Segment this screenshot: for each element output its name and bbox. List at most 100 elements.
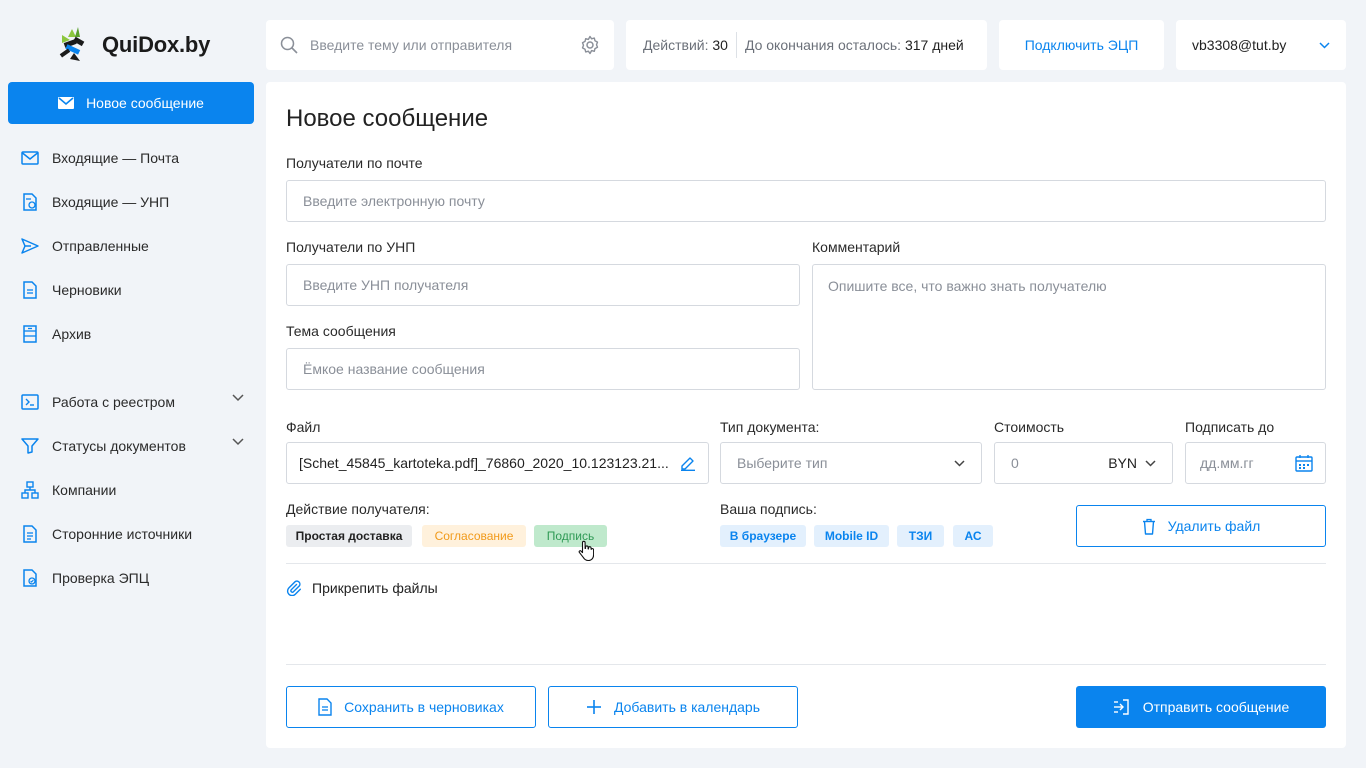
search-input[interactable] bbox=[310, 37, 580, 53]
delete-file-button[interactable]: Удалить файл bbox=[1076, 505, 1326, 547]
comment-label: Комментарий bbox=[812, 239, 901, 255]
unp-recipients-label: Получатели по УНП bbox=[286, 239, 416, 255]
email-recipients-field bbox=[286, 180, 1326, 222]
action-tag-signature[interactable]: Подпись bbox=[534, 525, 607, 547]
stats-divider bbox=[735, 32, 737, 58]
subject-field bbox=[286, 348, 800, 390]
new-message-button[interactable]: Новое сообщение bbox=[8, 82, 254, 124]
sidebar-item-drafts[interactable]: Черновики bbox=[0, 268, 262, 312]
organization-icon bbox=[20, 480, 40, 500]
signature-tag-as[interactable]: АС bbox=[953, 525, 993, 547]
sidebar-item-label: Проверка ЭПЦ bbox=[52, 570, 150, 586]
mail-icon bbox=[20, 148, 40, 168]
sidebar-item-external-sources[interactable]: Сторонние источники bbox=[0, 512, 262, 556]
document-shield-icon bbox=[20, 568, 40, 588]
signature-tag-mobile-id[interactable]: Mobile ID bbox=[814, 525, 889, 547]
send-exit-icon bbox=[1113, 699, 1129, 715]
sign-by-label: Подписать до bbox=[1185, 419, 1275, 435]
signature-tag-browser[interactable]: В браузере bbox=[720, 525, 806, 547]
search-icon bbox=[280, 36, 298, 54]
plus-icon bbox=[586, 700, 601, 714]
sidebar-item-label: Черновики bbox=[52, 282, 122, 298]
calendar-icon[interactable] bbox=[1295, 454, 1313, 472]
send-message-button[interactable]: Отправить сообщение bbox=[1076, 686, 1326, 728]
divider bbox=[286, 664, 1326, 665]
cost-input[interactable]: 0 bbox=[1011, 455, 1019, 471]
sidebar-item-label: Входящие — Почта bbox=[52, 150, 180, 166]
chevron-down-icon bbox=[232, 394, 244, 402]
sidebar-item-label: Отправленные bbox=[52, 238, 149, 254]
sidebar-item-archive[interactable]: Архив bbox=[0, 312, 262, 356]
terminal-icon bbox=[20, 392, 40, 412]
attach-files-link[interactable]: Прикрепить файлы bbox=[286, 580, 438, 596]
chevron-down-icon bbox=[954, 459, 965, 467]
paperclip-icon bbox=[286, 580, 301, 596]
file-name: [Schet_45845_kartoteka.pdf]_76860_2020_1… bbox=[299, 455, 669, 471]
sidebar-item-label: Работа с реестром bbox=[52, 394, 175, 410]
document-type-value: Выберите тип bbox=[737, 455, 828, 471]
document-type-label: Тип документа: bbox=[720, 419, 820, 435]
subject-label: Тема сообщения bbox=[286, 323, 396, 339]
sidebar-item-registry[interactable]: Работа с реестром bbox=[0, 380, 262, 424]
your-signature-label: Ваша подпись: bbox=[720, 501, 817, 517]
send-message-label: Отправить сообщение bbox=[1142, 699, 1290, 715]
hand-cursor-icon bbox=[578, 540, 594, 562]
recipient-action-label: Действие получателя: bbox=[286, 501, 430, 517]
document-icon bbox=[318, 698, 332, 716]
archive-icon bbox=[20, 324, 40, 344]
file-label: Файл bbox=[286, 419, 321, 435]
sidebar-item-label: Компании bbox=[52, 482, 117, 498]
subscription-stats: Действий: 30 До окончания осталось: 317 … bbox=[626, 20, 987, 70]
sidebar-item-label: Статусы документов bbox=[52, 438, 186, 454]
document-type-select[interactable]: Выберите тип bbox=[720, 442, 982, 484]
sidebar-item-inbox-mail[interactable]: Входящие — Почта bbox=[0, 136, 262, 180]
divider bbox=[286, 563, 1326, 564]
new-message-label: Новое сообщение bbox=[86, 95, 204, 111]
sidebar-item-inbox-unp[interactable]: Входящие — УНП bbox=[0, 180, 262, 224]
email-recipients-input[interactable] bbox=[303, 193, 1309, 209]
document-check-icon bbox=[20, 192, 40, 212]
compose-panel: Новое сообщение Получатели по почте Полу… bbox=[266, 82, 1346, 748]
connect-ecp-button[interactable]: Подключить ЭЦП bbox=[999, 20, 1164, 70]
sidebar-item-label: Входящие — УНП bbox=[52, 194, 170, 210]
unp-recipients-input[interactable] bbox=[303, 277, 783, 293]
save-draft-button[interactable]: Сохранить в черновиках bbox=[286, 686, 536, 728]
currency-value: BYN bbox=[1108, 455, 1137, 471]
send-icon bbox=[20, 236, 40, 256]
sign-by-field[interactable]: дд.мм.гг bbox=[1185, 442, 1326, 484]
pencil-icon[interactable] bbox=[680, 455, 696, 471]
delete-file-label: Удалить файл bbox=[1167, 518, 1261, 534]
currency-select[interactable]: BYN bbox=[1108, 455, 1156, 471]
sidebar-item-epc-check[interactable]: Проверка ЭПЦ bbox=[0, 556, 262, 600]
attach-files-label: Прикрепить файлы bbox=[312, 580, 438, 596]
user-menu[interactable]: vb3308@tut.by bbox=[1176, 20, 1346, 70]
remaining-value: 317 дней bbox=[904, 37, 964, 53]
page-title: Новое сообщение bbox=[286, 105, 489, 132]
action-tag-approval[interactable]: Согласование bbox=[422, 525, 526, 547]
add-to-calendar-label: Добавить в календарь bbox=[613, 699, 761, 715]
filter-icon bbox=[20, 436, 40, 456]
unp-recipients-field bbox=[286, 264, 800, 306]
sidebar-item-label: Сторонние источники bbox=[52, 526, 193, 542]
remaining-label: До окончания осталось: bbox=[744, 37, 902, 53]
action-tag-simple-delivery[interactable]: Простая доставка bbox=[286, 525, 412, 547]
signature-tag-tzi[interactable]: ТЗИ bbox=[897, 525, 944, 547]
save-draft-label: Сохранить в черновиках bbox=[344, 699, 504, 715]
sidebar-item-doc-statuses[interactable]: Статусы документов bbox=[0, 424, 262, 468]
search-bar bbox=[266, 20, 614, 70]
subject-input[interactable] bbox=[303, 361, 783, 377]
comment-textarea[interactable] bbox=[812, 264, 1326, 390]
brand-logo[interactable]: QuiDox.by bbox=[58, 27, 210, 63]
chevron-down-icon bbox=[1319, 41, 1330, 49]
cost-field: 0 BYN bbox=[994, 442, 1173, 484]
document-icon bbox=[20, 280, 40, 300]
sidebar-item-companies[interactable]: Компании bbox=[0, 468, 262, 512]
gear-icon[interactable] bbox=[580, 35, 600, 55]
sidebar-item-label: Архив bbox=[52, 326, 92, 342]
sign-by-date: дд.мм.гг bbox=[1200, 455, 1254, 471]
actions-label: Действий: bbox=[643, 37, 709, 53]
actions-value: 30 bbox=[712, 37, 728, 53]
sidebar-item-sent[interactable]: Отправленные bbox=[0, 224, 262, 268]
file-field[interactable]: [Schet_45845_kartoteka.pdf]_76860_2020_1… bbox=[286, 442, 709, 484]
add-to-calendar-button[interactable]: Добавить в календарь bbox=[548, 686, 798, 728]
